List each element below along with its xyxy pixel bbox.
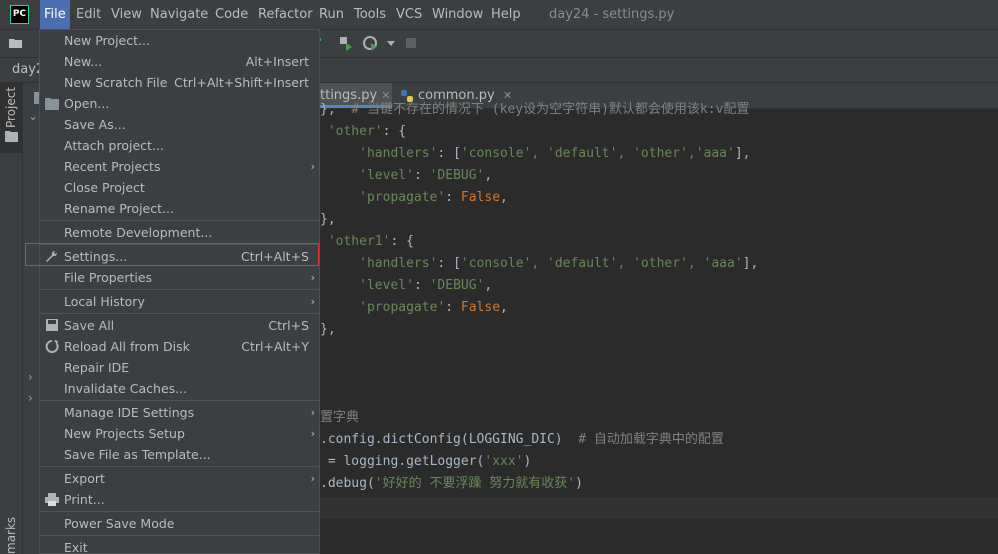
- folder-icon: [5, 131, 18, 142]
- code-line: }, # 当键不存在的情况下 (key设为空字符串)默认都会使用该k:v配置: [320, 102, 750, 117]
- printer-icon: [45, 493, 59, 506]
- menu-item-save-as[interactable]: Save As...: [40, 114, 319, 135]
- menu-item-print[interactable]: Print...: [40, 489, 319, 510]
- menu-tools[interactable]: Tools: [350, 0, 390, 29]
- menu-code[interactable]: Code: [211, 0, 252, 29]
- profile-icon[interactable]: [363, 35, 379, 51]
- menu-window[interactable]: Window: [428, 0, 487, 29]
- code-line: 'handlers': ['console', 'default', 'othe…: [359, 146, 751, 161]
- menu-separator: [40, 466, 319, 467]
- code-line: 'propagate': False,: [359, 190, 508, 205]
- menu-item-power-save-mode[interactable]: Power Save Mode: [40, 513, 319, 534]
- current-line-highlight: [320, 497, 998, 519]
- menu-item-rename-project[interactable]: Rename Project...: [40, 198, 319, 219]
- menu-item-open[interactable]: Open...: [40, 93, 319, 114]
- menu-separator: [40, 289, 319, 290]
- menu-item-invalidate-caches[interactable]: Invalidate Caches...: [40, 378, 319, 399]
- chevron-right-icon: ›: [310, 295, 315, 308]
- menu-separator: [40, 400, 319, 401]
- menu-item-remote-development[interactable]: Remote Development...: [40, 222, 319, 243]
- code-line: },: [320, 322, 336, 337]
- code-line: = logging.getLogger('xxx'): [320, 454, 532, 469]
- menu-item-reload-all[interactable]: Reload All from Disk Ctrl+Alt+Y: [40, 336, 319, 357]
- open-folder-icon[interactable]: [8, 35, 24, 51]
- code-line: .config.dictConfig(LOGGING_DIC) # 自动加载字典…: [320, 432, 724, 447]
- code-line: 'level': 'DEBUG',: [359, 168, 493, 183]
- chevron-right-icon: ›: [310, 406, 315, 419]
- code-line: .debug('好好的 不要浮躁 努力就有收获'): [320, 476, 583, 491]
- menu-item-save-all[interactable]: Save All Ctrl+S: [40, 315, 319, 336]
- project-tab-label: Project: [4, 86, 18, 128]
- menu-item-new-projects-setup[interactable]: New Projects Setup ›: [40, 423, 319, 444]
- menu-item-recent-projects[interactable]: Recent Projects ›: [40, 156, 319, 177]
- save-icon: [46, 319, 58, 331]
- menu-navigate[interactable]: Navigate: [146, 0, 212, 29]
- menu-refactor[interactable]: Refactor: [254, 0, 317, 29]
- menu-separator: [40, 313, 319, 314]
- chevron-right-icon: ›: [310, 271, 315, 284]
- stop-icon[interactable]: [403, 35, 419, 51]
- code-line: 置字典: [320, 410, 360, 425]
- menu-item-local-history[interactable]: Local History ›: [40, 291, 319, 312]
- menu-item-new-scratch-file[interactable]: New Scratch File Ctrl+Alt+Shift+Insert: [40, 72, 319, 93]
- menu-item-save-file-as-template[interactable]: Save File as Template...: [40, 444, 319, 465]
- code-line: 'handlers': ['console', 'default', 'othe…: [359, 256, 759, 271]
- code-line: 'propagate': False,: [359, 300, 508, 315]
- coverage-icon[interactable]: [337, 35, 353, 51]
- chevron-down-icon[interactable]: [383, 35, 399, 51]
- menu-separator: [40, 535, 319, 536]
- refresh-icon: [45, 340, 59, 353]
- menu-item-repair-ide[interactable]: Repair IDE: [40, 357, 319, 378]
- chevron-down-icon[interactable]: ⌄: [28, 109, 38, 123]
- menu-item-new[interactable]: New... Alt+Insert: [40, 51, 319, 72]
- menu-item-manage-ide-settings[interactable]: Manage IDE Settings ›: [40, 402, 319, 423]
- menu-item-file-properties[interactable]: File Properties ›: [40, 267, 319, 288]
- folder-icon: [45, 98, 59, 110]
- chevron-right-icon: ›: [310, 427, 315, 440]
- pycharm-logo-icon: PC: [10, 5, 29, 24]
- menu-item-close-project[interactable]: Close Project: [40, 177, 319, 198]
- left-tool-strip: [0, 83, 23, 554]
- code-line: 'other': {: [327, 124, 407, 139]
- chevron-right-icon: ›: [310, 472, 315, 485]
- chevron-right-icon[interactable]: ›: [28, 370, 33, 384]
- menu-edit[interactable]: Edit: [72, 0, 105, 29]
- menu-item-new-project[interactable]: New Project...: [40, 30, 319, 51]
- menu-item-attach-project[interactable]: Attach project...: [40, 135, 319, 156]
- menu-help[interactable]: Help: [487, 0, 525, 29]
- bookmarks-tab-label[interactable]: marks: [4, 517, 18, 554]
- menu-item-export[interactable]: Export ›: [40, 468, 319, 489]
- code-line: },: [320, 212, 336, 227]
- chevron-right-icon: ›: [310, 160, 315, 173]
- code-line: 'other1': {: [327, 234, 414, 249]
- window-title: day24 - settings.py: [549, 7, 675, 22]
- menu-vcs[interactable]: VCS: [392, 0, 426, 29]
- menu-separator: [40, 511, 319, 512]
- file-menu-dropdown: New Project... New... Alt+Insert New Scra…: [39, 29, 320, 554]
- settings-highlight-box: [25, 243, 319, 266]
- code-line: 'level': 'DEBUG',: [359, 278, 493, 293]
- chevron-right-icon[interactable]: ›: [28, 391, 33, 405]
- menu-run[interactable]: Run: [315, 0, 348, 29]
- menu-separator: [40, 220, 319, 221]
- menu-file[interactable]: File: [40, 0, 70, 29]
- menu-item-exit[interactable]: Exit: [40, 537, 319, 553]
- menu-view[interactable]: View: [107, 0, 146, 29]
